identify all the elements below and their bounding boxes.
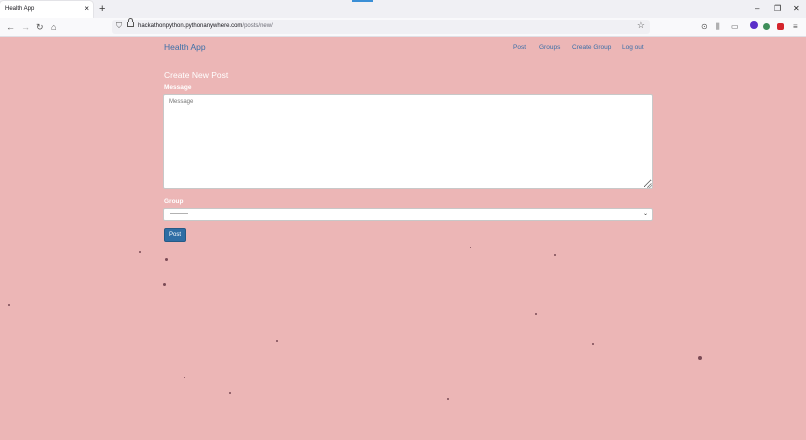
background-speck — [139, 251, 141, 253]
shield-icon[interactable]: ⛉ — [116, 21, 122, 31]
nav-link-post[interactable]: Post — [513, 44, 526, 51]
close-tab-icon[interactable]: × — [84, 4, 89, 14]
navbar-brand[interactable]: Health App — [164, 42, 206, 52]
url-path: /posts/new/ — [242, 23, 273, 29]
lock-icon[interactable] — [127, 18, 134, 27]
nav-link-groups[interactable]: Groups — [539, 44, 560, 51]
tab-title: Health App — [5, 6, 35, 12]
page-title: Create New Post — [164, 70, 229, 80]
close-window-icon[interactable]: ✕ — [793, 3, 800, 15]
extension-green-icon[interactable] — [763, 23, 770, 30]
tab-bar: Health App × + – ❐ ✕ — [0, 0, 806, 18]
background-speck — [592, 343, 594, 345]
minimize-icon[interactable]: – — [755, 3, 759, 15]
restore-icon[interactable]: ❐ — [774, 3, 781, 15]
chevron-down-icon: ⌄ — [642, 211, 648, 217]
background-speck — [698, 356, 702, 360]
background-speck — [447, 398, 449, 400]
group-label: Group — [164, 198, 184, 205]
resize-handle-icon[interactable] — [647, 183, 652, 188]
extension-red-shield-icon[interactable] — [777, 23, 784, 30]
library-icon[interactable]: ⫼ — [716, 21, 720, 33]
group-selected-value: --------- — [170, 211, 188, 217]
bookmark-star-icon[interactable]: ☆ — [637, 20, 645, 31]
url-host: hackathonpython.pythonanywhere.com — [138, 23, 243, 29]
group-select[interactable]: --------- ⌄ — [163, 208, 653, 221]
loading-indicator — [352, 0, 373, 2]
background-speck — [276, 340, 278, 342]
post-submit-button[interactable]: Post — [164, 228, 186, 242]
background-speck — [184, 377, 185, 378]
pocket-icon[interactable]: ⊙ — [701, 21, 708, 33]
sidebar-icon[interactable]: ▭ — [731, 21, 739, 33]
background-speck — [165, 258, 168, 261]
browser-toolbar: ← → ↻ ⌂ ⛉ hackathonpython.pythonanywhere… — [0, 18, 806, 37]
background-speck — [163, 283, 166, 286]
extension-icon[interactable] — [750, 21, 758, 29]
new-tab-icon[interactable]: + — [99, 2, 105, 16]
forward-icon[interactable]: → — [21, 20, 30, 34]
url-text: hackathonpython.pythonanywhere.com/posts… — [138, 23, 273, 29]
address-bar[interactable]: ⛉ hackathonpython.pythonanywhere.com/pos… — [112, 18, 650, 34]
nav-link-log-out[interactable]: Log out — [622, 44, 644, 51]
back-icon[interactable]: ← — [6, 20, 15, 34]
message-textarea[interactable] — [163, 94, 653, 189]
background-speck — [229, 392, 231, 394]
background-speck — [535, 313, 537, 315]
background-speck — [8, 304, 10, 306]
message-label: Message — [164, 84, 192, 91]
home-icon[interactable]: ⌂ — [51, 20, 56, 34]
reload-icon[interactable]: ↻ — [36, 20, 44, 34]
menu-icon[interactable]: ≡ — [793, 21, 798, 33]
nav-link-create-group[interactable]: Create Group — [572, 44, 611, 51]
background-speck — [554, 254, 556, 256]
browser-tab[interactable]: Health App × — [0, 1, 93, 18]
background-speck — [470, 247, 471, 248]
